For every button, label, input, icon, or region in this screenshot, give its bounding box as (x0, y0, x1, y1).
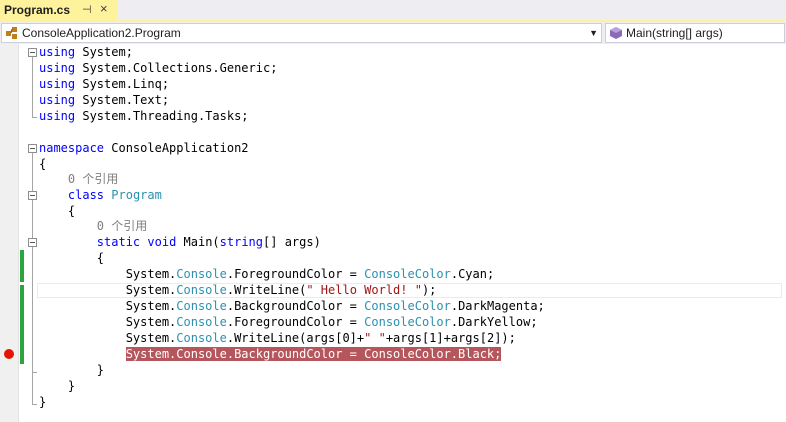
code-text: .WriteLine( (226, 283, 307, 297)
code-text: System. (39, 299, 177, 313)
keyword: using (39, 45, 76, 59)
keyword: string (219, 235, 264, 249)
outline-line (32, 404, 37, 405)
code-line[interactable]: using System.Collections.Generic; (39, 60, 277, 76)
tab-program-cs[interactable]: Program.cs ⊣ × (0, 0, 118, 20)
collapse-icon[interactable] (28, 144, 37, 153)
collapse-icon[interactable] (28, 238, 37, 247)
code-line[interactable]: System.Console.WriteLine(args[0]+" "+arg… (39, 330, 516, 346)
type-name: Console (176, 299, 227, 313)
type-name: Console (176, 331, 227, 345)
code-line[interactable]: System.Console.ForegroundColor = Console… (39, 266, 495, 282)
code-text: System.Threading.Tasks; (75, 109, 249, 123)
code-text: System. (39, 267, 177, 281)
codelens-references[interactable]: 0 个引用 (39, 171, 118, 187)
type-name: ConsoleColor (364, 299, 451, 313)
chevron-down-icon: ▼ (589, 28, 598, 38)
code-text: +args[1]+args[2]); (385, 331, 516, 345)
code-line[interactable]: { (39, 250, 104, 266)
code-text: System.Linq; (75, 77, 170, 91)
code-line[interactable]: System.Console.BackgroundColor = Console… (39, 298, 545, 314)
collapse-icon[interactable] (28, 191, 37, 200)
code-text: .DarkMagenta; (450, 299, 545, 313)
keyword: using (39, 61, 76, 75)
keyword: using (39, 93, 76, 107)
code-text: .Cyan; (450, 267, 495, 281)
breakpoint-highlighted-code: System.Console.BackgroundColor = Console… (125, 347, 502, 361)
keyword: class (67, 188, 105, 202)
outline-line (32, 117, 37, 118)
change-tracking-bar (20, 285, 24, 364)
change-tracking-bar (20, 250, 24, 282)
member-dropdown[interactable]: Main(string[] args) (605, 23, 785, 43)
keyword: void (147, 235, 177, 249)
member-dropdown-value: Main(string[] args) (626, 26, 723, 40)
keyword: using (39, 109, 76, 123)
pin-icon[interactable]: ⊣ (82, 0, 92, 20)
code-text: .ForegroundColor = (226, 267, 365, 281)
string-literal: " " (364, 331, 386, 345)
document-tab-strip: Program.cs ⊣ × (0, 0, 786, 20)
code-text: Main( (176, 235, 220, 249)
code-text: System. (39, 331, 177, 345)
code-text: System.Text; (75, 93, 170, 107)
collapse-icon[interactable] (28, 48, 37, 57)
type-name: Console (176, 267, 227, 281)
type-name: ConsoleColor (364, 267, 451, 281)
code-text: System. (39, 283, 177, 297)
code-line[interactable]: System.Console.ForegroundColor = Console… (39, 314, 538, 330)
code-editor[interactable]: using System; using System.Collections.G… (0, 44, 786, 422)
type-name: Console (176, 283, 227, 297)
code-line[interactable]: } (39, 378, 75, 394)
code-line[interactable]: System.Console.BackgroundColor = Console… (39, 346, 502, 362)
code-text: .ForegroundColor = (226, 315, 365, 329)
breakpoint-icon[interactable] (4, 349, 14, 359)
code-line[interactable]: { (39, 156, 46, 172)
code-line[interactable]: { (39, 203, 75, 219)
type-dropdown[interactable]: ConsoleApplication2.Program ▼ (1, 23, 602, 43)
code-text: .BackgroundColor = (226, 299, 365, 313)
codelens-references[interactable]: 0 个引用 (39, 218, 147, 234)
code-text: [] args) (263, 235, 321, 249)
method-icon (609, 24, 623, 46)
keyword: using (39, 77, 76, 91)
type-name: Console (176, 315, 227, 329)
outline-line (32, 372, 37, 373)
close-icon[interactable]: × (100, 0, 108, 19)
code-text: System.Collections.Generic; (75, 61, 278, 75)
keyword: namespace (39, 141, 105, 155)
code-line[interactable]: using System.Threading.Tasks; (39, 108, 249, 124)
type-name: Program (111, 188, 162, 202)
outline-line (32, 57, 33, 117)
code-line[interactable]: using System; (39, 44, 133, 60)
code-line[interactable]: } (39, 394, 46, 410)
keyword: static (96, 235, 141, 249)
code-line[interactable]: System.Console.WriteLine(" Hello World! … (39, 282, 437, 298)
indicator-margin[interactable] (0, 44, 19, 422)
code-line[interactable]: } (39, 362, 104, 378)
code-line[interactable]: namespace ConsoleApplication2 (39, 140, 249, 156)
code-line[interactable]: class Program (39, 187, 162, 203)
string-literal: " Hello World! " (306, 283, 422, 297)
code-text: ConsoleApplication2 (104, 141, 249, 155)
code-text: ); (421, 283, 437, 297)
code-text: .WriteLine(args[0]+ (226, 331, 365, 345)
navigation-bar: ConsoleApplication2.Program ▼ Main(strin… (0, 22, 786, 44)
tab-title: Program.cs (4, 3, 71, 17)
class-icon (5, 24, 19, 46)
code-text: System; (75, 45, 133, 59)
code-line[interactable]: using System.Linq; (39, 76, 169, 92)
outline-line (32, 247, 33, 372)
code-text: System. (39, 315, 177, 329)
code-line[interactable]: static void Main(string[] args) (39, 234, 321, 250)
type-name: ConsoleColor (364, 315, 451, 329)
type-dropdown-value: ConsoleApplication2.Program (22, 26, 181, 40)
code-line[interactable]: using System.Text; (39, 92, 169, 108)
code-text: .DarkYellow; (450, 315, 538, 329)
